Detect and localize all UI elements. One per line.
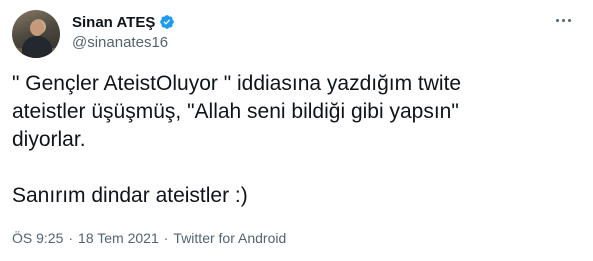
name-row: Sinan ATEŞ: [72, 12, 175, 32]
tweet-line: ateistler üşüşmüş, "Allah seni bildiği g…: [12, 100, 459, 123]
tweet-line: diyorlar.: [12, 128, 86, 151]
avatar-head-shape: [30, 20, 44, 36]
tweet-line: " Gençler AteistOluyor " iddiasına yazdı…: [12, 72, 462, 95]
tweet-text: " Gençler AteistOluyor " iddiasına yazdı…: [12, 70, 572, 210]
tweet-date[interactable]: 18 Tem 2021: [78, 230, 159, 246]
more-options-icon[interactable]: [553, 10, 573, 30]
display-name[interactable]: Sinan ATEŞ: [72, 14, 155, 31]
tweet-meta: ÖS 9:25 · 18 Tem 2021 · Twitter for Andr…: [12, 230, 286, 246]
user-handle[interactable]: @sinanates16: [72, 34, 175, 51]
tweet-source[interactable]: Twitter for Android: [173, 230, 286, 246]
meta-separator: ·: [163, 230, 169, 246]
tweet-line: Sanırım dindar ateistler :): [12, 184, 248, 207]
meta-separator: ·: [68, 230, 74, 246]
tweet-card: Sinan ATEŞ @sinanates16 " Gençler Ateist…: [0, 0, 593, 261]
verified-badge-icon: [159, 14, 175, 30]
author-block: Sinan ATEŞ @sinanates16: [72, 12, 175, 51]
tweet-time[interactable]: ÖS 9:25: [12, 230, 63, 246]
avatar[interactable]: [12, 10, 60, 58]
avatar-person-shape: [22, 36, 52, 58]
